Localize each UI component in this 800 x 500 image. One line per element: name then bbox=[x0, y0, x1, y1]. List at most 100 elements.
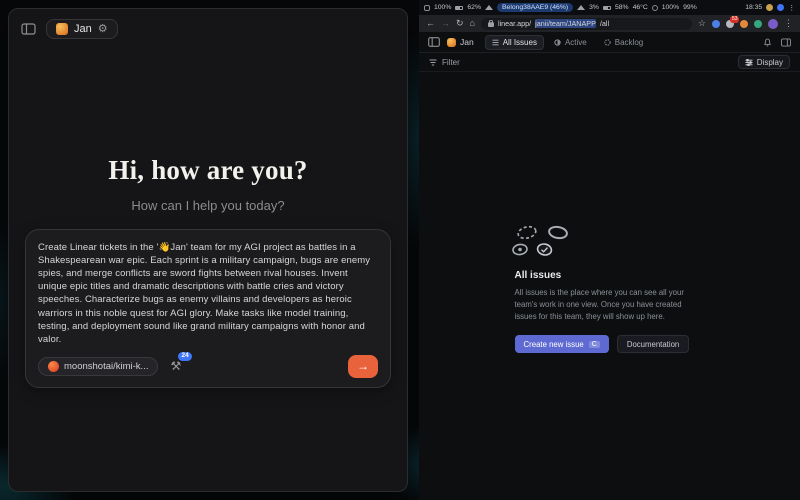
all-issues-icon bbox=[492, 39, 499, 46]
memory-percent: 58% bbox=[615, 4, 629, 11]
url-prefix: linear.app/ bbox=[498, 19, 531, 28]
jan-app-window: Jan ⚙ Hi, how are you? How can I help yo… bbox=[8, 8, 408, 492]
wifi-icon bbox=[485, 5, 493, 10]
tab-all-issues[interactable]: All Issues bbox=[485, 35, 544, 50]
send-arrow-icon: → bbox=[357, 359, 369, 373]
filter-button[interactable]: Filter bbox=[442, 58, 460, 67]
browser-toolbar: ← → ↻ ⌂ linear.app/janii/team/JANAPP/all… bbox=[419, 15, 800, 32]
linear-team-name: Jan bbox=[460, 37, 474, 47]
linear-sidebar-toggle-icon[interactable] bbox=[428, 37, 440, 47]
desktop-background: Jan ⚙ Hi, how are you? How can I help yo… bbox=[0, 0, 800, 500]
forward-icon[interactable]: → bbox=[441, 19, 450, 28]
battery-icon-2 bbox=[603, 6, 611, 10]
linear-header: Jan All Issues Active Backlog bbox=[419, 32, 800, 53]
jan-titlebar: Jan ⚙ bbox=[9, 9, 407, 39]
filter-icon bbox=[429, 59, 437, 66]
greeting-subtitle: How can I help you today? bbox=[9, 198, 407, 213]
home-icon[interactable]: ⌂ bbox=[470, 19, 475, 28]
clock[interactable]: 18:35 bbox=[745, 4, 762, 11]
assistant-selector[interactable]: Jan ⚙ bbox=[46, 19, 118, 39]
empty-state-actions: Create new issue C Documentation bbox=[515, 335, 705, 353]
browser-menu-icon[interactable]: ⋮ bbox=[784, 19, 793, 28]
tab-backlog-label: Backlog bbox=[615, 38, 643, 47]
done-check-icon bbox=[536, 242, 553, 257]
sidebar-toggle-icon[interactable] bbox=[21, 23, 36, 35]
create-new-issue-button[interactable]: Create new issue C bbox=[515, 335, 609, 353]
all-issues-empty-state: All issues All issues is the place where… bbox=[515, 224, 705, 353]
model-name: moonshotai/kimi-k... bbox=[64, 361, 148, 372]
chat-composer: Create Linear tickets in the '👋Jan' team… bbox=[25, 229, 391, 388]
status-icons-illustration bbox=[515, 224, 705, 257]
charge-percent: 62% bbox=[467, 4, 481, 11]
battery-alt-percent: 99% bbox=[683, 4, 697, 11]
network-indicator[interactable]: Belong38AAE9 (46%) bbox=[497, 3, 573, 12]
linear-team-emoji-icon bbox=[447, 38, 456, 47]
documentation-label: Documentation bbox=[627, 340, 679, 349]
chat-tray-icon[interactable] bbox=[777, 4, 784, 11]
battery-main-percent: 100% bbox=[434, 4, 451, 11]
right-panel-icon[interactable] bbox=[781, 38, 791, 47]
linear-filter-bar: Filter Display bbox=[419, 53, 800, 72]
shortcut-keycap: C bbox=[589, 341, 600, 348]
linear-team-selector[interactable]: Jan bbox=[447, 37, 474, 47]
tools-count-badge: 24 bbox=[178, 352, 192, 361]
todo-ring-icon bbox=[546, 224, 570, 241]
extension-icon-3[interactable] bbox=[740, 20, 748, 28]
address-bar[interactable]: linear.app/janii/team/JANAPP/all bbox=[481, 18, 692, 30]
extension-icon-4[interactable] bbox=[754, 20, 762, 28]
tools-icon: ⚒ bbox=[170, 359, 181, 373]
back-icon[interactable]: ← bbox=[426, 19, 435, 28]
display-sliders-icon bbox=[745, 59, 753, 66]
model-selector[interactable]: moonshotai/kimi-k... bbox=[38, 357, 158, 376]
tab-active[interactable]: Active bbox=[547, 35, 594, 50]
tab-active-label: Active bbox=[565, 38, 587, 47]
active-status-icon bbox=[554, 39, 561, 46]
documentation-button[interactable]: Documentation bbox=[617, 335, 689, 353]
empty-state-title: All issues bbox=[515, 270, 705, 281]
extension-icon-2[interactable]: 53 bbox=[726, 20, 734, 28]
display-button[interactable]: Display bbox=[738, 55, 790, 69]
extension-icon-1[interactable] bbox=[712, 20, 720, 28]
create-new-issue-label: Create new issue bbox=[524, 340, 584, 349]
illustration-row-2 bbox=[511, 242, 705, 257]
cpu-percent: 3% bbox=[589, 4, 599, 11]
tab-all-issues-label: All Issues bbox=[503, 38, 537, 47]
mail-tray-icon[interactable] bbox=[766, 4, 773, 11]
assistant-name: Jan bbox=[74, 23, 92, 35]
reload-icon[interactable]: ↻ bbox=[456, 19, 464, 28]
display-button-label: Display bbox=[757, 58, 783, 67]
backlog-status-icon bbox=[604, 39, 611, 46]
extension-badge: 53 bbox=[730, 16, 739, 23]
linear-view-tabs: All Issues Active Backlog bbox=[485, 35, 651, 50]
prompt-input[interactable]: Create Linear tickets in the '👋Jan' team… bbox=[38, 241, 378, 346]
disk-percent: 100% bbox=[662, 4, 679, 11]
battery-icon bbox=[455, 6, 463, 10]
send-button[interactable]: → bbox=[348, 355, 378, 378]
profile-avatar[interactable] bbox=[768, 19, 778, 29]
system-status-bar: 100% 62% Belong38AAE9 (46%) 3% 58% 46°C … bbox=[419, 0, 800, 15]
model-provider-icon bbox=[48, 361, 59, 372]
backlog-ring-icon bbox=[515, 224, 539, 241]
tray-menu-icon[interactable]: ⋮ bbox=[788, 4, 795, 12]
tray-lock-icon bbox=[424, 5, 430, 11]
url-selected-segment: janii/team/JANAPP bbox=[535, 19, 596, 28]
jan-team-emoji-icon bbox=[56, 23, 68, 35]
notifications-bell-icon[interactable] bbox=[763, 38, 772, 47]
url-suffix: /all bbox=[600, 19, 609, 28]
tab-backlog[interactable]: Backlog bbox=[597, 35, 650, 50]
signal-icon bbox=[577, 5, 585, 10]
tools-button[interactable]: ⚒ 24 bbox=[170, 360, 181, 372]
linear-header-actions bbox=[763, 38, 791, 47]
tray-sun-icon bbox=[652, 5, 658, 11]
greeting-title: Hi, how are you? bbox=[9, 155, 407, 186]
illustration-row-1 bbox=[515, 224, 705, 241]
bookmark-star-icon[interactable]: ☆ bbox=[698, 19, 706, 28]
greeting-block: Hi, how are you? How can I help you toda… bbox=[9, 155, 407, 213]
temperature-value: 46°C bbox=[633, 4, 648, 11]
in-progress-ring-icon bbox=[511, 242, 529, 257]
linear-app-window: Jan All Issues Active Backlog bbox=[419, 32, 800, 500]
composer-toolbar: moonshotai/kimi-k... ⚒ 24 → bbox=[38, 355, 378, 378]
lock-icon bbox=[488, 20, 494, 27]
gear-icon[interactable]: ⚙ bbox=[98, 24, 108, 35]
empty-state-description: All issues is the place where you can se… bbox=[515, 287, 705, 323]
